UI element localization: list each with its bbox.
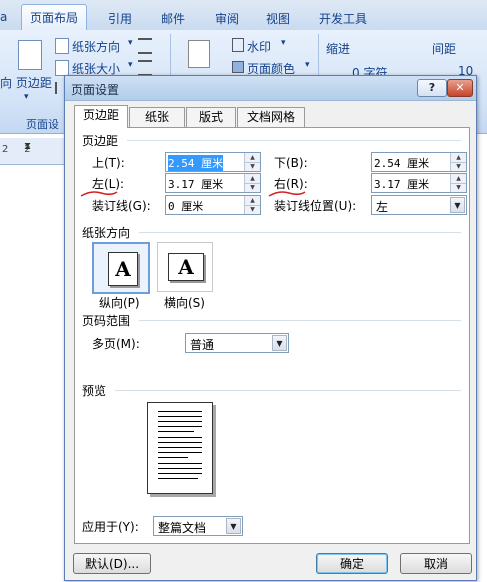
- gutter-stepper[interactable]: 0 厘米 ▲ ▼: [165, 195, 261, 215]
- gutter-position-value: 左: [376, 200, 389, 214]
- spacing-label: 间距: [432, 42, 457, 56]
- margins-dropdown-icon[interactable]: ▾: [24, 92, 29, 102]
- tab-layout[interactable]: 版式: [186, 107, 236, 127]
- preview-page-thumbnail: [147, 402, 213, 494]
- gutter-value[interactable]: 0 厘米: [168, 198, 203, 214]
- page-color-dropdown-icon[interactable]: ▾: [305, 60, 310, 70]
- gutter-position-label: 装订线位置(U):: [274, 199, 357, 213]
- gutter-label: 装订线(G):: [92, 199, 151, 213]
- tab-paper[interactable]: 纸张: [129, 107, 185, 127]
- margins-icon[interactable]: [18, 40, 42, 70]
- default-button[interactable]: 默认(D)...: [73, 553, 151, 574]
- margins-tab-panel: 页边距 上(T): 2.54 厘米 ▲ ▼ 下(B): 2.54 厘米 ▲ ▼ …: [74, 127, 470, 544]
- ribbon-tab-developer[interactable]: 开发工具: [319, 10, 367, 27]
- ribbon-tab-fragment[interactable]: a: [0, 10, 7, 24]
- top-margin-value[interactable]: 2.54 厘米: [168, 155, 224, 171]
- pages-section-label: 页码范围: [82, 314, 131, 328]
- ribbon-tab-view[interactable]: 视图: [266, 10, 290, 27]
- top-margin-arrows: ▲ ▼: [244, 153, 260, 171]
- page-setup-dialog: 页面设置 ? ✕ 页边距 纸张 版式 文档网格 页边距 上(T): 2.54 厘…: [64, 75, 477, 581]
- margins-button-label[interactable]: 向 页边距: [0, 74, 52, 91]
- page-setup-group-label: 页面设: [26, 118, 59, 131]
- pages-separator: [139, 320, 461, 321]
- orientation-icon: [55, 38, 69, 54]
- size-icon: [55, 60, 69, 76]
- margins-separator: [127, 140, 461, 141]
- right-margin-value[interactable]: 3.17 厘米: [374, 176, 429, 192]
- bottom-margin-label: 下(B):: [274, 156, 308, 170]
- help-button[interactable]: ?: [417, 79, 447, 97]
- bottom-margin-value[interactable]: 2.54 厘米: [374, 155, 429, 171]
- landscape-label[interactable]: 横向(S): [164, 294, 205, 311]
- left-margin-value[interactable]: 3.17 厘米: [168, 176, 223, 192]
- apply-to-label: 应用于(Y):: [82, 520, 139, 534]
- spin-down-icon[interactable]: ▼: [245, 205, 260, 214]
- right-margin-arrows: ▲ ▼: [450, 174, 466, 192]
- multiple-pages-value: 普通: [190, 338, 215, 352]
- page-color-icon: [232, 61, 244, 73]
- spin-down-icon[interactable]: ▼: [245, 162, 260, 171]
- top-margin-label: 上(T):: [92, 156, 125, 170]
- top-margin-stepper[interactable]: 2.54 厘米 ▲ ▼: [165, 152, 261, 172]
- landscape-page-icon: A: [168, 253, 204, 281]
- page-background-icon[interactable]: [188, 40, 210, 68]
- spin-down-icon[interactable]: ▼: [245, 183, 260, 192]
- columns-icon[interactable]: [138, 38, 152, 54]
- multiple-pages-label: 多页(M):: [92, 337, 140, 351]
- ribbon-tab-bar: a 页面布局 引用 邮件 审阅 视图 开发工具: [0, 0, 487, 31]
- watermark-icon: [232, 38, 244, 52]
- chevron-down-icon[interactable]: ▼: [450, 197, 465, 213]
- portrait-page-icon: A: [108, 252, 138, 286]
- close-button[interactable]: ✕: [447, 79, 473, 97]
- spin-down-icon[interactable]: ▼: [451, 162, 466, 171]
- watermark-dropdown-icon[interactable]: ▾: [281, 38, 286, 48]
- ruler: 2 2 ⧗: [0, 138, 70, 165]
- margins-section-label: 页边距: [82, 134, 119, 148]
- chevron-down-icon[interactable]: ▼: [226, 518, 241, 534]
- left-margin-stepper[interactable]: 3.17 厘米 ▲ ▼: [165, 173, 261, 193]
- landscape-option[interactable]: A: [157, 242, 213, 292]
- apply-to-select[interactable]: 整篇文档 ▼: [153, 516, 243, 536]
- ribbon-tab-references[interactable]: 引用: [108, 10, 132, 27]
- portrait-label[interactable]: 纵向(P): [99, 294, 140, 311]
- orientation-dropdown-icon[interactable]: ▾: [128, 38, 133, 48]
- ribbon-tab-review[interactable]: 审阅: [215, 10, 239, 27]
- ribbon-tab-page-layout[interactable]: 页面布局: [21, 4, 88, 31]
- left-margin-arrows: ▲ ▼: [244, 174, 260, 192]
- bottom-margin-stepper[interactable]: 2.54 厘米 ▲ ▼: [371, 152, 467, 172]
- gutter-arrows: ▲ ▼: [244, 196, 260, 214]
- orientation-section-label: 纸张方向: [82, 226, 131, 240]
- indent-label: 缩进: [326, 42, 351, 56]
- tab-document-grid[interactable]: 文档网格: [237, 107, 305, 127]
- orientation-separator: [139, 232, 461, 233]
- size-dropdown-icon[interactable]: ▾: [128, 60, 133, 70]
- chevron-down-icon[interactable]: ▼: [272, 335, 287, 351]
- preview-separator: [115, 390, 461, 391]
- watermark-button[interactable]: 水印: [247, 38, 271, 55]
- dialog-title: 页面设置: [71, 83, 120, 97]
- gutter-position-select[interactable]: 左 ▼: [371, 195, 467, 215]
- cancel-button[interactable]: 取消: [400, 553, 472, 574]
- tab-margins[interactable]: 页边距: [74, 105, 128, 128]
- ribbon-tab-mailings[interactable]: 邮件: [161, 10, 185, 27]
- bottom-margin-arrows: ▲ ▼: [450, 153, 466, 171]
- ok-button[interactable]: 确定: [316, 553, 388, 574]
- apply-to-value: 整篇文档: [158, 521, 207, 535]
- portrait-option[interactable]: A: [92, 242, 150, 294]
- multiple-pages-select[interactable]: 普通 ▼: [185, 333, 289, 353]
- breaks-icon[interactable]: [138, 60, 152, 76]
- dialog-titlebar[interactable]: 页面设置 ? ✕: [65, 76, 476, 101]
- preview-section-label: 预览: [82, 384, 107, 398]
- indent-marker-icon[interactable]: ⧗: [24, 141, 31, 152]
- orientation-button[interactable]: 纸张方向: [72, 38, 120, 55]
- spin-down-icon[interactable]: ▼: [451, 183, 466, 192]
- right-margin-stepper[interactable]: 3.17 厘米 ▲ ▼: [371, 173, 467, 193]
